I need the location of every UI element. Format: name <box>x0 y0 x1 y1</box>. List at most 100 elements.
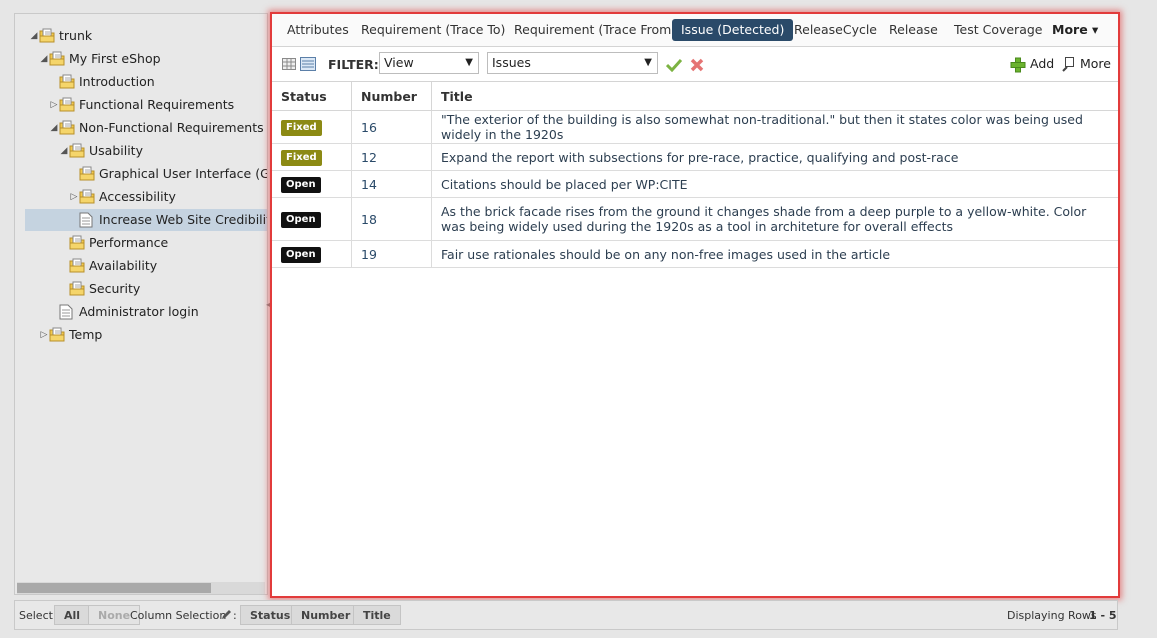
document-icon <box>59 304 75 320</box>
number-cell[interactable]: 18 <box>351 197 432 241</box>
tree-panel: ◢ trunk ◢ My First eShop Introduction ▷ Functi… <box>14 13 268 595</box>
tab-release[interactable]: Release <box>880 19 947 41</box>
status-badge: Fixed <box>281 150 322 166</box>
panel-splitter-handle[interactable]: ◂ <box>266 300 270 309</box>
expand-arrow-icon[interactable]: ▷ <box>49 94 59 116</box>
displaying-rows-label: Displaying Rows <box>1007 609 1097 622</box>
tab-issue-detected[interactable]: Issue (Detected) <box>672 19 794 41</box>
tree-item[interactable]: Performance <box>15 232 267 254</box>
tree-item[interactable]: Graphical User Interface (GUI) <box>15 163 267 185</box>
table-row[interactable]: Open 14 Citations should be placed per WP:… <box>272 170 1118 198</box>
tree-item[interactable]: ◢ My First eShop <box>15 48 267 70</box>
tree-item-label: trunk <box>59 28 93 43</box>
table-row[interactable]: Fixed 16 "The exterior of the building is … <box>272 110 1118 144</box>
title-cell[interactable]: Fair use rationales should be on any non… <box>431 240 1118 268</box>
tree-item[interactable]: Security <box>15 278 267 300</box>
folder-document-icon <box>79 189 95 204</box>
more-button[interactable]: More <box>1080 56 1111 71</box>
pencil-icon[interactable] <box>221 609 232 620</box>
title-cell[interactable]: Expand the report with subsections for p… <box>431 143 1118 171</box>
tab-more-dropdown[interactable]: More ▾ <box>1043 19 1107 41</box>
view-select-value: View <box>384 55 414 70</box>
bottom-status-bar: Select All None Column Selection : Statu… <box>14 600 1118 630</box>
scrollbar-thumb[interactable] <box>17 583 211 593</box>
colon-separator: : <box>233 609 237 622</box>
status-cell: Fixed <box>272 110 352 144</box>
tree-item-label: Introduction <box>79 74 155 89</box>
folder-document-icon <box>59 120 75 135</box>
expand-arrow-icon[interactable]: ▷ <box>39 324 49 346</box>
clear-filter-x-icon[interactable] <box>690 58 704 72</box>
select-all-button[interactable]: All <box>54 605 91 625</box>
status-badge: Open <box>281 177 321 193</box>
view-select[interactable]: View ▼ <box>379 52 479 74</box>
tree-horizontal-scrollbar[interactable] <box>17 582 265 594</box>
tree-item-label: Usability <box>89 143 143 158</box>
type-select-value: Issues <box>492 55 531 70</box>
title-cell[interactable]: Citations should be placed per WP:CITE <box>431 170 1118 198</box>
detail-panel: Attributes Requirement (Trace To) Requir… <box>270 12 1120 598</box>
number-cell[interactable]: 14 <box>351 170 432 198</box>
tree-item-label: Administrator login <box>79 304 199 319</box>
expand-arrow-icon[interactable]: ▷ <box>69 186 79 208</box>
tree-item[interactable]: ▷ Functional Requirements <box>15 94 267 116</box>
title-cell[interactable]: "The exterior of the building is also so… <box>431 110 1118 144</box>
title-cell[interactable]: As the brick facade rises from the groun… <box>431 197 1118 241</box>
tree-item-label: Security <box>89 281 141 296</box>
tree-item-label: Accessibility <box>99 189 176 204</box>
tree-item[interactable]: ◢ Non-Functional Requirements <box>15 117 267 139</box>
tree-item[interactable]: Increase Web Site Credibility <box>25 209 267 231</box>
folder-document-icon <box>69 143 85 158</box>
status-cell: Open <box>272 240 352 268</box>
tab-bar: Attributes Requirement (Trace To) Requir… <box>272 14 1118 47</box>
apply-filter-check-icon[interactable] <box>666 58 682 72</box>
tree-item[interactable]: Administrator login <box>15 301 267 323</box>
folder-document-icon <box>59 74 75 89</box>
table-row[interactable]: Fixed 12 Expand the report with subsection… <box>272 143 1118 171</box>
tree-item[interactable]: ▷ Accessibility <box>15 186 267 208</box>
folder-document-icon <box>69 258 85 273</box>
tree-item-label: Functional Requirements <box>79 97 235 112</box>
more-options-icon[interactable] <box>1062 57 1075 72</box>
tree-item[interactable]: Introduction <box>15 71 267 93</box>
collapse-arrow-icon[interactable]: ◢ <box>39 48 49 70</box>
add-button[interactable]: Add <box>1030 56 1054 71</box>
number-cell[interactable]: 19 <box>351 240 432 268</box>
tab-release-cycle[interactable]: ReleaseCycle <box>785 19 886 41</box>
number-cell[interactable]: 16 <box>351 110 432 144</box>
add-plus-icon[interactable] <box>1010 57 1026 73</box>
tab-test-coverage[interactable]: Test Coverage <box>945 19 1051 41</box>
folder-document-icon <box>59 97 75 112</box>
type-select[interactable]: Issues ▼ <box>487 52 658 74</box>
column-toggle-title[interactable]: Title <box>353 605 401 625</box>
folder-document-icon <box>49 327 65 342</box>
collapse-arrow-icon[interactable]: ◢ <box>29 25 39 47</box>
column-toggle-number[interactable]: Number <box>291 605 361 625</box>
status-cell: Open <box>272 197 352 241</box>
table-row[interactable]: Open 19 Fair use rationales should be on a… <box>272 240 1118 268</box>
tree-item[interactable]: ◢ trunk <box>15 25 267 47</box>
table-row[interactable]: Open 18 As the brick facade rises from the… <box>272 197 1118 241</box>
tree-item[interactable]: ◢ Usability <box>15 140 267 162</box>
collapse-arrow-icon[interactable]: ◢ <box>59 140 69 162</box>
tree-item-label: Graphical User Interface (GUI) <box>99 166 267 181</box>
grid-view-icon[interactable] <box>282 58 296 70</box>
number-cell[interactable]: 12 <box>351 143 432 171</box>
folder-document-icon <box>69 235 85 250</box>
tree-item[interactable]: Availability <box>15 255 267 277</box>
chevron-down-icon: ▼ <box>644 57 652 68</box>
tree-item-label: My First eShop <box>69 51 161 66</box>
column-header-number[interactable]: Number <box>351 82 432 111</box>
collapse-arrow-icon[interactable]: ◢ <box>49 117 59 139</box>
column-header-title[interactable]: Title <box>431 82 1118 111</box>
list-view-icon[interactable] <box>300 57 316 71</box>
tab-attributes[interactable]: Attributes <box>278 19 358 41</box>
tree-item[interactable]: ▷ Temp <box>15 324 267 346</box>
chevron-down-icon: ▼ <box>465 57 473 68</box>
folder-document-icon <box>49 51 65 66</box>
tab-requirement-trace-to[interactable]: Requirement (Trace To) <box>352 19 514 41</box>
filter-label: FILTER: <box>328 57 379 72</box>
tab-requirement-trace-from[interactable]: Requirement (Trace From) <box>505 19 685 41</box>
column-header-status[interactable]: Status <box>272 82 352 111</box>
status-badge: Open <box>281 247 321 263</box>
